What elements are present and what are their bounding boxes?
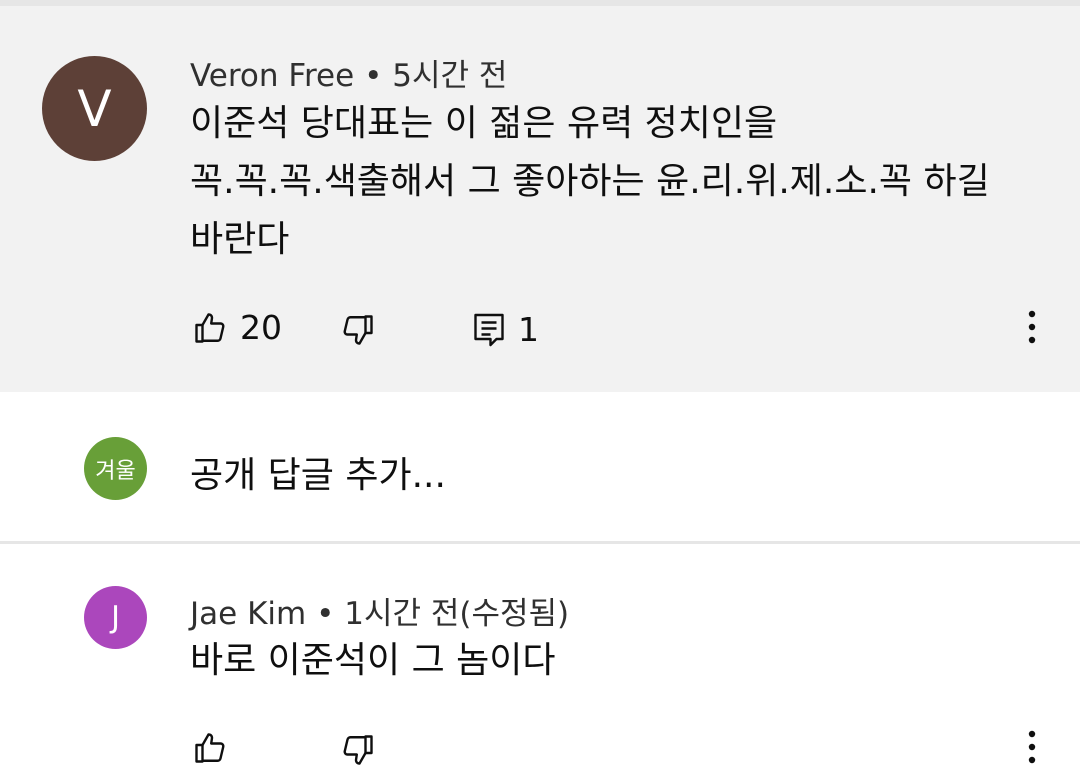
reply-button[interactable]: 1 <box>472 310 539 349</box>
thumbs-up-icon <box>192 310 228 346</box>
reply-input[interactable]: 공개 답글 추가... <box>190 446 446 498</box>
current-user-avatar: 겨울 <box>84 437 147 500</box>
separator-dot: • <box>316 596 335 632</box>
avatar-text: 겨울 <box>95 458 136 484</box>
comment-text-line: 꼭.꼭.꼭.색출해서 그 좋아하는 윤.리.위.제.소.꼭 하길 <box>190 161 990 202</box>
comment-text-line: 바란다 <box>190 219 290 260</box>
author-name[interactable]: Jae Kim <box>190 596 306 632</box>
like-button[interactable] <box>192 730 228 766</box>
comment-thread-main: V Veron Free • 5시간 전 이준석 당대표는 이 젊은 유력 정치… <box>0 6 1080 392</box>
comment-header: Jae Kim • 1시간 전(수정됨) <box>190 588 569 633</box>
reply-count: 1 <box>518 310 539 349</box>
comment-text: 이준석 당대표는 이 젊은 유력 정치인을 꼭.꼭.꼭.색출해서 그 좋아하는 … <box>190 95 990 269</box>
more-vert-icon <box>1028 310 1036 348</box>
more-vert-icon <box>1028 730 1036 768</box>
dislike-button[interactable] <box>340 732 376 768</box>
comment-time: 1시간 전(수정됨) <box>344 596 570 632</box>
comment-reply: J Jae Kim • 1시간 전(수정됨) 바로 이준석이 그 놈이다 <box>0 544 1080 774</box>
thumbs-down-icon <box>340 312 376 348</box>
avatar-letter: J <box>111 600 120 635</box>
avatar[interactable]: V <box>42 56 147 161</box>
comment-reply-icon <box>472 312 506 348</box>
separator-dot: • <box>364 58 383 94</box>
thumbs-up-icon <box>192 730 228 766</box>
comment-header: Veron Free • 5시간 전 <box>190 50 507 95</box>
avatar[interactable]: J <box>84 586 147 649</box>
avatar-letter: V <box>77 79 112 138</box>
more-options-button[interactable] <box>1012 304 1052 354</box>
add-reply-row: 겨울 공개 답글 추가... <box>0 392 1080 542</box>
thumbs-down-icon <box>340 732 376 768</box>
more-options-button[interactable] <box>1012 724 1052 774</box>
dislike-button[interactable] <box>340 312 376 348</box>
author-name[interactable]: Veron Free <box>190 58 354 94</box>
comment-time: 5시간 전 <box>392 58 508 94</box>
like-count: 20 <box>240 308 282 347</box>
comment-text: 바로 이준석이 그 놈이다 <box>190 640 556 681</box>
like-button[interactable]: 20 <box>192 308 282 347</box>
comment-text-line: 이준석 당대표는 이 젊은 유력 정치인을 <box>190 103 778 144</box>
